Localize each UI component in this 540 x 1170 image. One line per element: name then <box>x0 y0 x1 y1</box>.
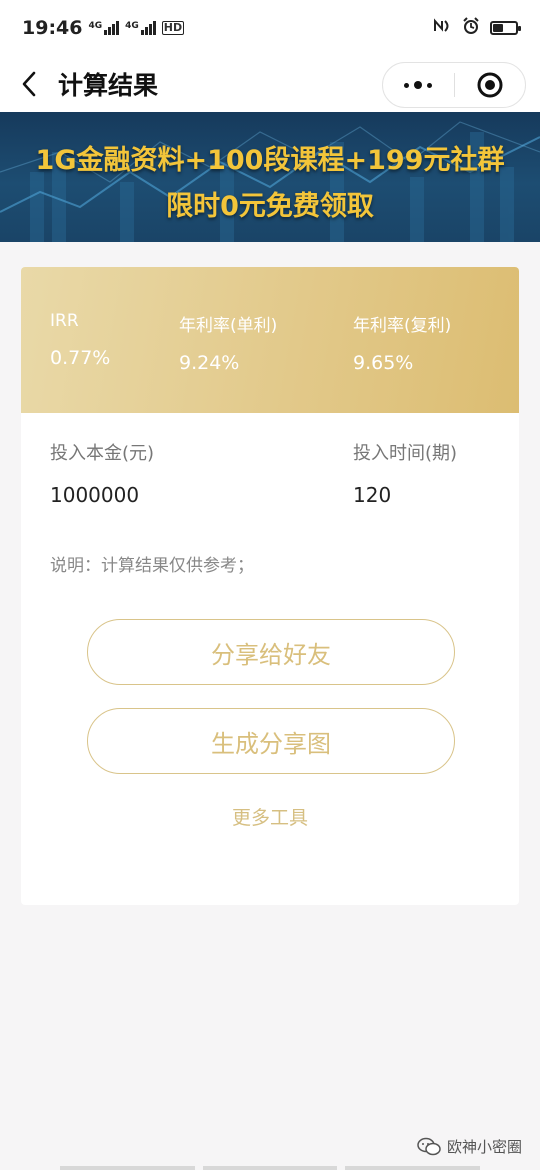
target-close-icon <box>477 72 503 98</box>
banner-headline: 1G金融资料+100段课程+199元社群 <box>35 145 505 176</box>
mini-program-capsule <box>382 62 526 108</box>
status-time: 19:46 <box>22 17 83 39</box>
simple-rate-value: 9.24% <box>179 352 240 374</box>
principal-value: 1000000 <box>50 483 140 507</box>
alarm-icon <box>462 17 480 39</box>
generate-share-image-button[interactable]: 生成分享图 <box>87 708 455 774</box>
hd-badge: HD <box>161 21 185 35</box>
back-button[interactable] <box>0 56 58 112</box>
metric-simple-rate: 年利率(单利) 9.24% <box>179 311 277 374</box>
irr-label: IRR <box>50 311 79 331</box>
nfc-icon <box>432 18 452 38</box>
battery-icon <box>490 21 521 35</box>
wechat-icon <box>417 1137 441 1155</box>
share-to-friend-button[interactable]: 分享给好友 <box>87 619 455 685</box>
page-title: 计算结果 <box>58 71 159 100</box>
disclaimer-note: 说明：计算结果仅供参考； <box>50 556 254 576</box>
periods-label: 投入时间(期) <box>353 443 458 464</box>
chevron-left-icon <box>22 71 36 97</box>
metrics-panel: IRR 0.77% 年利率(单利) 9.24% 年利率(复利) 9.65% <box>21 267 519 413</box>
battery-fill <box>493 24 503 32</box>
more-tools-link[interactable]: 更多工具 <box>21 803 519 830</box>
metric-irr: IRR 0.77% <box>50 311 110 369</box>
result-card: IRR 0.77% 年利率(单利) 9.24% 年利率(复利) 9.65% 投入… <box>21 267 519 905</box>
periods-value: 120 <box>353 483 392 507</box>
principal-field: 投入本金(元) 1000000 <box>50 439 154 507</box>
watermark: 欧神小密圈 <box>417 1136 522 1157</box>
metric-compound-rate: 年利率(复利) 9.65% <box>353 311 451 374</box>
irr-value: 0.77% <box>50 347 111 369</box>
status-right <box>432 17 521 39</box>
banner-subline: 限时0元免费领取 <box>166 191 374 222</box>
signal-icon: 4G <box>88 21 120 35</box>
bottom-strip <box>60 1166 481 1170</box>
principal-label: 投入本金(元) <box>50 443 155 464</box>
network-type-2: 4G <box>125 21 139 31</box>
compound-rate-label: 年利率(复利) <box>353 316 452 336</box>
nav-bar: 计算结果 <box>0 56 540 112</box>
more-menu-button[interactable] <box>383 63 454 107</box>
periods-field: 投入时间(期) 120 <box>353 439 457 507</box>
watermark-text: 欧神小密圈 <box>446 1138 522 1156</box>
status-left: 19:46 4G 4G HD <box>22 17 185 39</box>
compound-rate-value: 9.65% <box>353 352 414 374</box>
promo-banner[interactable]: 1G金融资料+100段课程+199元社群 限时0元免费领取 <box>0 112 540 242</box>
network-type: 4G <box>88 21 103 31</box>
simple-rate-label: 年利率(单利) <box>179 316 278 336</box>
close-mini-program-button[interactable] <box>455 63 526 107</box>
signal-icon-2: 4G <box>125 21 156 35</box>
status-bar: 19:46 4G 4G HD <box>0 0 540 56</box>
input-summary: 投入本金(元) 1000000 投入时间(期) 120 <box>21 413 519 533</box>
